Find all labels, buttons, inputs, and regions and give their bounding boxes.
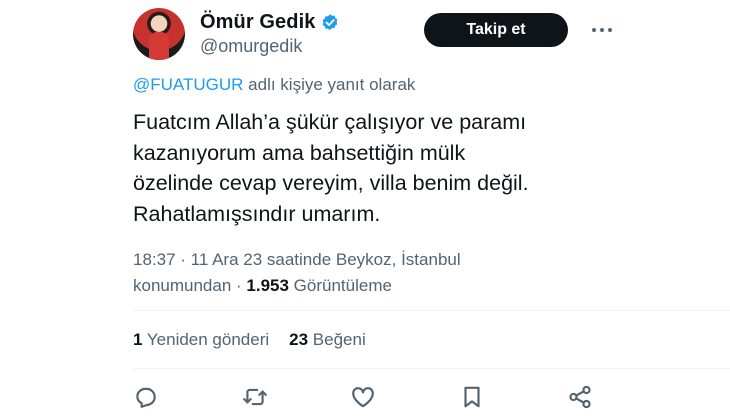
- retweet-icon[interactable]: [242, 384, 268, 410]
- engagement-stats: 1 Yeniden gönderi 23 Beğeni: [133, 330, 366, 350]
- likes-stat[interactable]: 23 Beğeni: [289, 330, 366, 350]
- like-icon[interactable]: [350, 384, 376, 410]
- tweet-meta: 18:37 · 11 Ara 23 saatinde Beykoz, İstan…: [133, 247, 573, 299]
- views-count: 1.953: [246, 276, 289, 295]
- likes-count: 23: [289, 330, 309, 349]
- tweet-timestamp-location[interactable]: 18:37 · 11 Ara 23 saatinde Beykoz, İstan…: [133, 250, 461, 269]
- share-icon[interactable]: [567, 384, 593, 410]
- author-name[interactable]: Ömür Gedik: [200, 11, 315, 34]
- divider: [133, 310, 730, 311]
- reply-suffix: adlı kişiye yanıt olarak: [243, 75, 416, 94]
- reply-mention-link[interactable]: @FUATUGUR: [133, 75, 243, 94]
- more-options-icon[interactable]: [592, 28, 612, 32]
- divider: [133, 368, 730, 369]
- likes-label: Beğeni: [308, 330, 366, 349]
- follow-button[interactable]: Takip et: [424, 13, 568, 47]
- action-bar: [133, 384, 593, 410]
- location-suffix: konumundan ·: [133, 276, 247, 295]
- verified-badge-icon: [323, 13, 338, 30]
- reply-icon[interactable]: [133, 384, 159, 410]
- views-label: Görüntüleme: [288, 276, 392, 295]
- retweets-stat[interactable]: 1 Yeniden gönderi: [133, 330, 269, 350]
- reply-context: @FUATUGUR adlı kişiye yanıt olarak: [133, 75, 415, 95]
- tweet-text: Fuatcım Allah’a şükür çalışıyor ve param…: [133, 110, 529, 226]
- avatar[interactable]: [133, 8, 185, 60]
- retweets-label: Yeniden gönderi: [142, 330, 270, 349]
- author-handle[interactable]: @omurgedik: [200, 36, 302, 57]
- bookmark-icon[interactable]: [459, 384, 485, 410]
- tweet-card: Ömür Gedik @omurgedik Takip et @FUATUGUR…: [0, 0, 730, 420]
- author-name-row: Ömür Gedik: [200, 11, 340, 34]
